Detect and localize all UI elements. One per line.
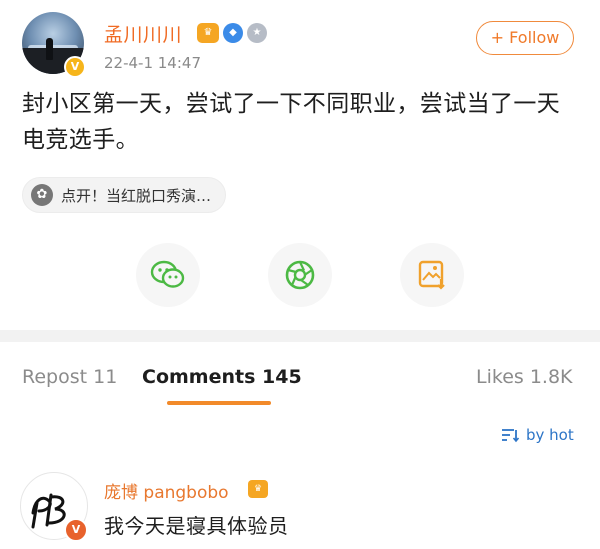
- sort-label: by hot: [526, 426, 574, 444]
- comment-verified-icon: V: [64, 518, 88, 542]
- link-chip[interactable]: ✿ 点开！当红脱口秀演…: [22, 177, 227, 213]
- share-moments-button[interactable]: [268, 243, 332, 307]
- active-tab-indicator: [167, 401, 271, 405]
- save-image-icon: [418, 260, 445, 290]
- medal-badge-icon: ★: [247, 23, 267, 43]
- comment-text: 我今天是寝具体验员: [104, 514, 289, 538]
- comment-crown-badge-icon: ♛: [248, 480, 268, 498]
- post-text: 封小区第一天，尝试了一下不同职业，尝试当了一天电竞选手。: [22, 91, 561, 153]
- wechat-icon: [150, 260, 185, 288]
- tab-comments[interactable]: Comments 145: [142, 366, 302, 388]
- follow-button[interactable]: + Follow: [476, 21, 574, 55]
- tab-repost[interactable]: Repost 11: [22, 366, 117, 388]
- verified-v-icon: V: [64, 56, 86, 78]
- moments-icon: [285, 260, 315, 290]
- share-save-image-button[interactable]: [400, 243, 464, 307]
- post-timestamp: 22-4-1 14:47: [104, 54, 201, 72]
- section-divider: [0, 330, 600, 342]
- sort-icon: [502, 429, 520, 443]
- link-icon: ✿: [31, 184, 53, 206]
- post-username[interactable]: 孟川川川: [104, 20, 182, 47]
- sort-by-hot-button[interactable]: by hot: [500, 426, 574, 444]
- crown-badge-icon: ♛: [197, 23, 219, 43]
- comment-username[interactable]: 庞博 pangbobo: [104, 478, 229, 503]
- tab-likes[interactable]: Likes 1.8K: [476, 366, 573, 388]
- blue-badge-icon: ◆: [223, 23, 243, 43]
- link-chip-label: 点开！当红脱口秀演…: [61, 186, 212, 205]
- share-wechat-button[interactable]: [136, 243, 200, 307]
